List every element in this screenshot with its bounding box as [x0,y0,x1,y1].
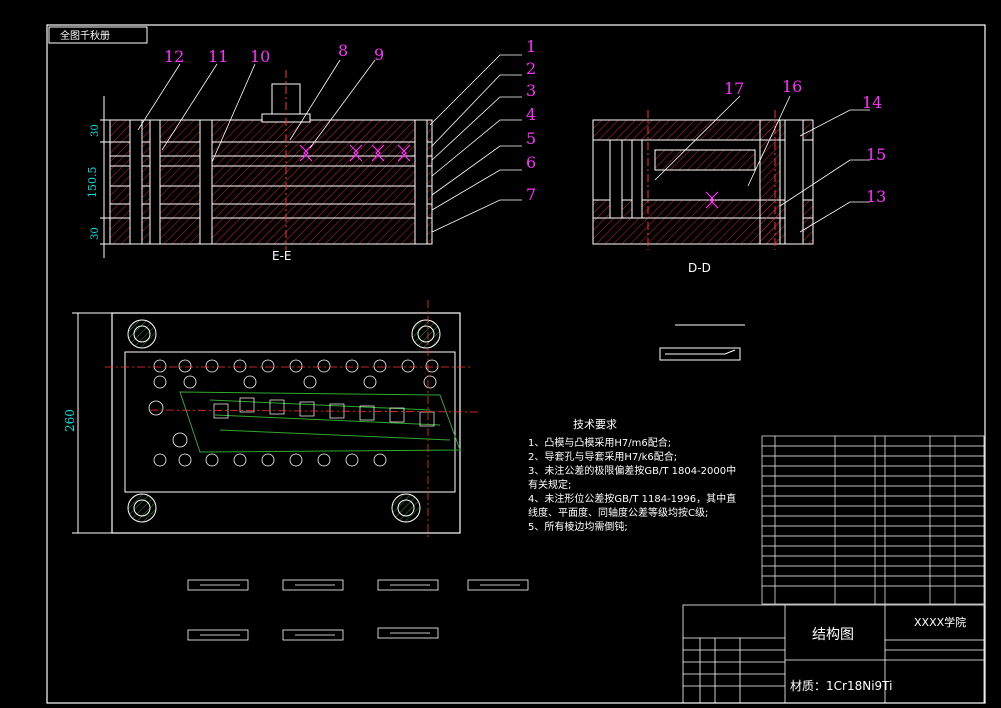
callout-15: 15 [866,145,886,164]
callout-14: 14 [862,93,882,112]
dim-30-bottom: 30 [90,227,101,240]
dim-30-top: 30 [90,124,101,137]
callout-6: 6 [526,153,536,172]
dim-150: 150.5 [86,167,99,199]
tech-req-line-5: 4、未注形位公差按GB/T 1184-1996，其中直 [528,494,737,505]
callout-5: 5 [526,129,536,148]
callout-12: 12 [164,47,184,66]
callout-3: 3 [526,81,536,100]
tech-req-line-1: 1、凸模与凸模采用H7/m6配合; [528,438,672,449]
callout-16: 16 [782,77,802,96]
product-drawing [659,324,745,361]
material-label: 材质：1Cr18Ni9Ti [790,679,893,693]
school-name: XXXX学院 [914,616,967,629]
tech-req-line-3: 3、未注公差的极限偏差按GB/T 1804-2000中 [528,466,737,477]
tech-req-line-4: 有关规定; [528,480,572,491]
tech-req-line-2: 2、导套孔与导套采用H7/k6配合; [528,452,678,463]
callout-1: 1 [526,37,536,56]
callout-8: 8 [338,41,348,60]
dim-260: 260 [63,409,77,432]
cad-drawing: 全图千秋册 E-E D-D 150.5 30 30 260 1 2 3 4 5 … [46,24,986,704]
callout-9: 9 [374,45,384,64]
plan-view [72,300,481,540]
bom-table [761,435,985,605]
tech-requirements-title: 技术要求 [573,418,617,431]
callout-10: 10 [250,47,270,66]
title-tag: 全图千秋册 [60,29,110,42]
section-dd-view [592,95,870,250]
tech-req-line-7: 5、所有棱边均需倒钝; [528,522,628,533]
tech-req-line-6: 线度、平面度、同轴度公差等级均按C级; [528,508,709,519]
section-ee-label: E-E [272,249,292,263]
strip-layouts [187,579,529,641]
callout-2: 2 [526,59,536,78]
section-ee-view [100,54,522,258]
callout-17: 17 [724,79,744,98]
drawing-name: 结构图 [812,627,854,643]
callout-11: 11 [208,47,228,66]
callout-13: 13 [866,187,886,206]
callout-4: 4 [526,105,536,124]
section-dd-label: D-D [688,261,711,275]
callout-7: 7 [526,185,536,204]
